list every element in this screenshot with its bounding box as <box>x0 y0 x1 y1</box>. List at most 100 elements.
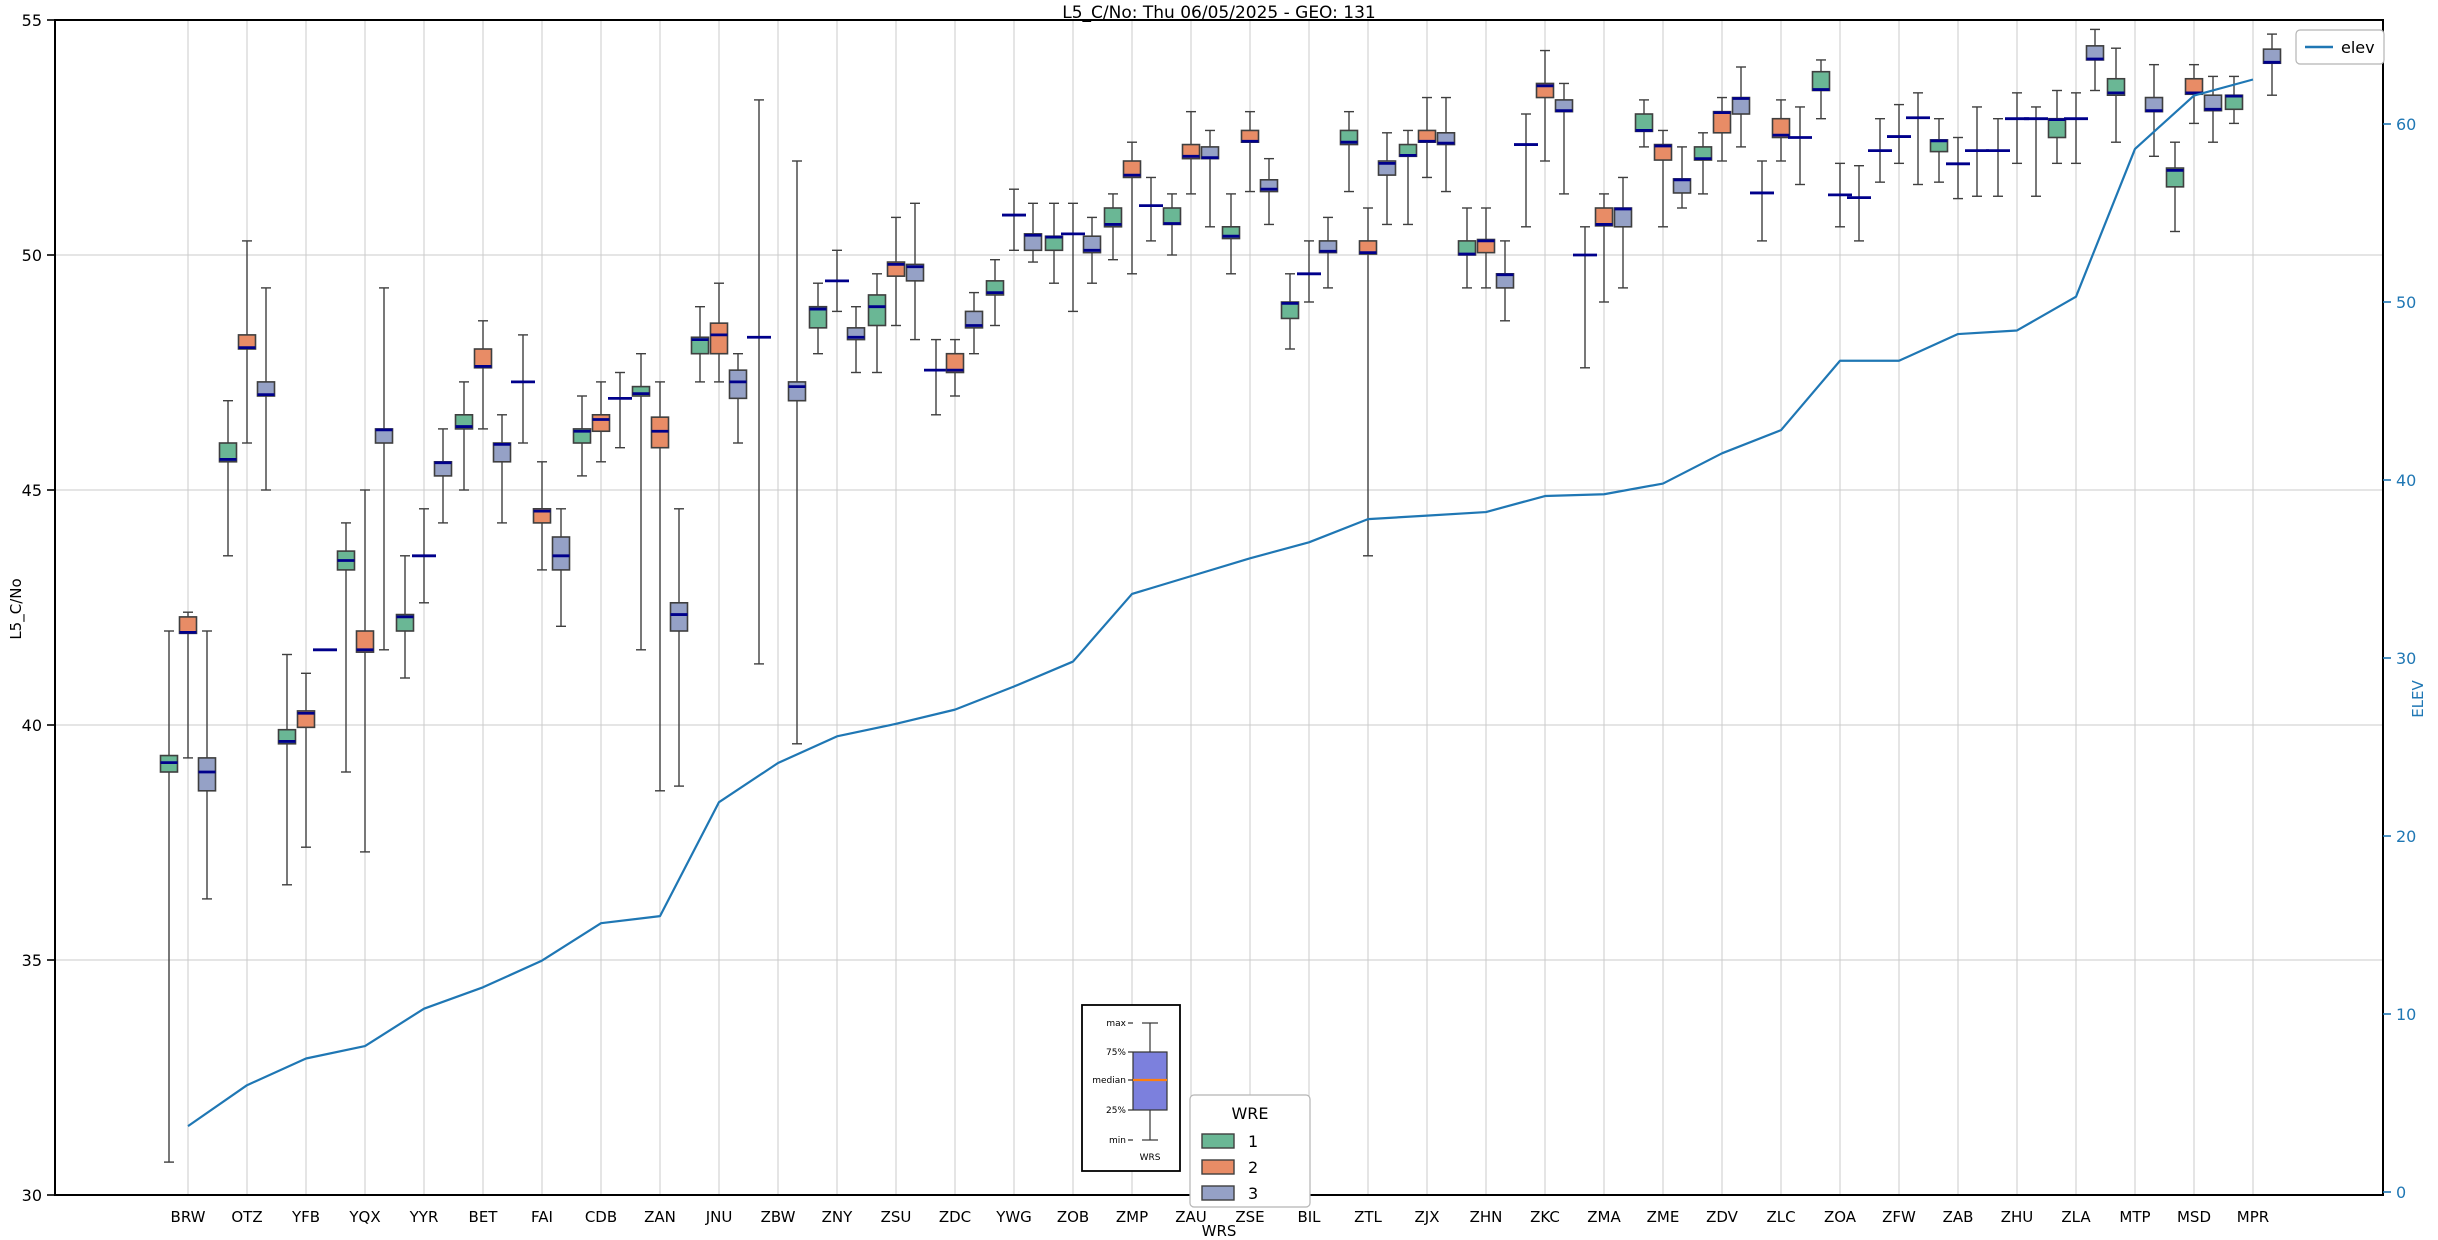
wre-swatch-1 <box>1201 1133 1235 1149</box>
box-CDB-wre2 <box>591 381 611 463</box>
box-ZTL-wre2 <box>1358 207 1378 557</box>
box-ZTL-wre3 <box>1377 132 1397 226</box>
box-ZOA-wre3 <box>1847 164 1871 242</box>
box-ZAN-wre2 <box>650 381 670 792</box>
box-ZHN-wre1 <box>1457 207 1477 289</box>
right-tick-label: 10 <box>2396 1005 2416 1024</box>
box-ZAB-wre2 <box>1946 136 1970 200</box>
box-ZAU-wre1 <box>1162 193 1182 256</box>
box-FAI-wre1 <box>511 334 535 444</box>
inset-xlabel: WRS <box>1140 1153 1161 1163</box>
box-ZFW-wre1 <box>1868 117 1892 183</box>
box-MPR-wre3 <box>2262 33 2282 96</box>
box-BET-wre2 <box>473 320 493 430</box>
wre-legend-label-2: 2 <box>1248 1158 1258 1177</box>
box-YFB-wre1 <box>277 653 297 886</box>
wre-legend-label-3: 3 <box>1248 1184 1258 1203</box>
boxplots <box>159 28 2282 1163</box>
box-body <box>669 601 689 632</box>
box-YQX-wre2 <box>355 489 375 853</box>
box-ZHU-wre1 <box>1986 117 2010 197</box>
box-ZLA-wre3 <box>2085 28 2105 92</box>
box-ZLC-wre1 <box>1750 160 1774 242</box>
inset-label-25%: 25% <box>1106 1106 1126 1116</box>
elev-legend-label: elev <box>2341 38 2375 57</box>
box-ZDC-wre2 <box>945 338 965 397</box>
box-BIL-wre3 <box>1318 216 1338 289</box>
box-BRW-wre3 <box>197 630 217 900</box>
box-ZOB-wre2 <box>1061 202 1085 313</box>
box-body <box>1731 96 1751 115</box>
wre-legend-label-1: 1 <box>1248 1132 1258 1151</box>
box-ZHN-wre2 <box>1476 207 1496 289</box>
wre-legend-title: WRE <box>1231 1104 1268 1123</box>
box-ZSE-wre3 <box>1259 157 1279 226</box>
box-ZAB-wre3 <box>1965 106 1989 197</box>
box-ZME-wre2 <box>1653 129 1673 228</box>
box-ZLA-wre1 <box>2047 89 2067 165</box>
box-ZAN-wre3 <box>669 508 689 787</box>
box-ZJX-wre3 <box>1436 96 1456 193</box>
box-OTZ-wre3 <box>256 287 276 491</box>
box-body <box>1811 70 1831 92</box>
inset-label-75%: 75% <box>1106 1048 1126 1058</box>
left-tick-label: 50 <box>22 246 42 265</box>
box-body <box>867 294 887 327</box>
box-ZSU-wre3 <box>905 202 925 341</box>
y2-axis-label: ELEV <box>2409 680 2427 718</box>
box-body <box>787 381 807 402</box>
box-JNU-wre3 <box>728 353 748 444</box>
box-ZOB-wre3 <box>1082 216 1102 284</box>
right-tick-label: 40 <box>2396 471 2416 490</box>
right-tick-label: 60 <box>2396 115 2416 134</box>
box-OTZ-wre2 <box>237 240 257 444</box>
box-ZAU-wre2 <box>1181 110 1201 195</box>
box-body <box>591 413 611 433</box>
box-ZAB-wre1 <box>1929 117 1949 183</box>
box-BET-wre1 <box>454 381 474 491</box>
box-body <box>551 536 571 571</box>
box-ZLA-wre2 <box>2064 92 2088 165</box>
box-OTZ-wre1 <box>218 400 238 557</box>
box-ZHU-wre3 <box>2024 106 2048 197</box>
box-YWG-wre2 <box>1002 188 1026 252</box>
box-CDB-wre3 <box>608 371 632 449</box>
box-YYR-wre1 <box>395 555 415 679</box>
box-ZNY-wre2 <box>825 249 849 313</box>
elev-polyline <box>187 78 2254 1128</box>
box-FAI-wre2 <box>532 461 552 571</box>
inset-label-max: max <box>1106 1019 1126 1029</box>
inset: max 75% median 25% min WRS <box>1081 1004 1181 1172</box>
box-ZDV-wre2 <box>1712 96 1732 162</box>
box-ZNY-wre3 <box>846 306 866 374</box>
box-ZMA-wre2 <box>1594 193 1614 303</box>
box-ZBW-wre3 <box>787 160 807 745</box>
box-ZSE-wre1 <box>1221 193 1241 275</box>
elev-line <box>187 78 2254 1128</box>
box-ZME-wre3 <box>1672 146 1692 209</box>
wre-swatch-3 <box>1201 1185 1235 1201</box>
box-MSD-wre3 <box>2203 75 2223 143</box>
box-body <box>1613 207 1633 228</box>
box-ZMA-wre3 <box>1613 176 1633 289</box>
left-tick-label: 30 <box>22 1186 42 1205</box>
box-ZLC-wre2 <box>1771 99 1791 162</box>
box-YQX-wre1 <box>336 522 356 773</box>
box-ZDC-wre3 <box>964 291 984 355</box>
box-body <box>492 442 512 463</box>
wre-swatch-2 <box>1201 1159 1235 1175</box>
box-BRW-wre2 <box>178 611 198 759</box>
chart-svg: 3035404550550102030405060BRW OTZ YFB YQX YYR… <box>22 11 2417 1226</box>
box-MSD-wre1 <box>2165 141 2185 233</box>
box-ZOA-wre1 <box>1811 59 1831 120</box>
x-axis-label: WRS <box>1201 1222 1237 1240</box>
inset-label-min: min <box>1109 1136 1126 1146</box>
box-YYR-wre3 <box>433 428 453 524</box>
y-axis-label: L5_C/No <box>7 578 25 640</box>
box-JNU-wre2 <box>709 282 729 383</box>
box-ZNY-wre1 <box>808 282 828 355</box>
box-ZMP-wre1 <box>1103 193 1123 261</box>
box-ZSE-wre2 <box>1240 110 1260 193</box>
wre-legend: WRE 1 2 3 <box>1189 1094 1311 1208</box>
box-MTP-wre1 <box>2106 47 2126 143</box>
